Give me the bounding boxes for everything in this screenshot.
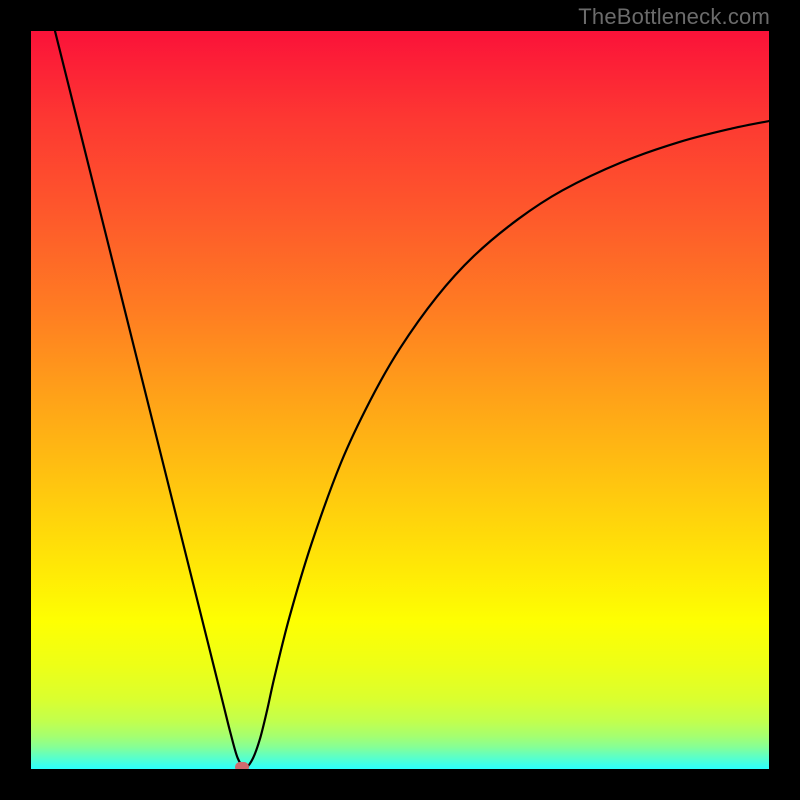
optimum-marker	[235, 762, 249, 769]
watermark-text: TheBottleneck.com	[578, 4, 770, 30]
chart-frame: TheBottleneck.com	[0, 0, 800, 800]
bottleneck-curve	[31, 31, 769, 768]
curve-layer	[31, 31, 769, 769]
plot-area	[31, 31, 769, 769]
